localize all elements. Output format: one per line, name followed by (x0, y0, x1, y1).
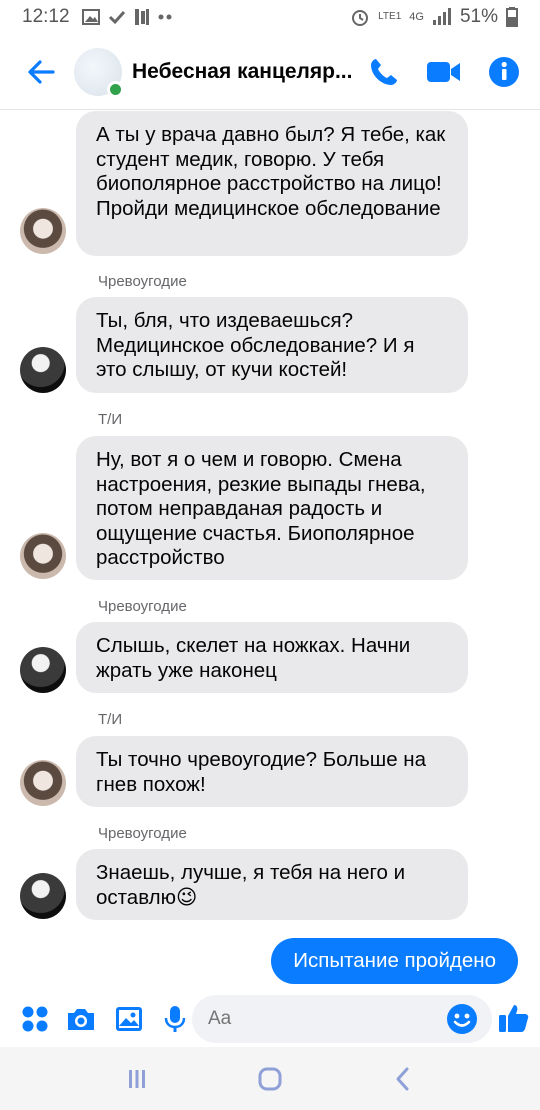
alarm-icon (352, 10, 369, 26)
recent-apps-icon[interactable] (122, 1064, 152, 1094)
check-notification-icon (108, 10, 125, 25)
info-icon[interactable] (488, 56, 520, 88)
message-text: Ты, бля, что издеваешься? Медицинское об… (96, 309, 415, 381)
chat-title[interactable]: Небесная канцеляр... (132, 60, 362, 84)
message-bubble[interactable]: Ты, бля, что издеваешься? Медицинское об… (76, 297, 468, 393)
back-nav-icon[interactable] (388, 1064, 418, 1094)
network-type: LTE1 (378, 11, 402, 22)
sender-avatar[interactable] (20, 347, 66, 393)
outgoing-message-bubble[interactable]: Испытание пройдено (271, 938, 518, 984)
battery-percent: 51% (459, 6, 498, 27)
gallery-notification-icon (81, 9, 100, 25)
sender-avatar[interactable] (20, 208, 66, 254)
message-list[interactable]: А ты у врача давно был? Я тебе, как студ… (0, 111, 540, 991)
message-text: Ну, вот я о чем и говорю. Смена настроен… (96, 448, 426, 569)
sender-avatar[interactable] (20, 760, 66, 806)
more-notifications-icon (158, 14, 172, 20)
back-arrow-icon[interactable] (26, 57, 56, 87)
sender-name: Т/И (98, 711, 123, 728)
system-nav-bar (0, 1047, 540, 1110)
notification-icons (81, 8, 172, 26)
message-bubble[interactable]: Знаешь, лучше, я тебя на него и оставлю😉 (76, 849, 468, 920)
sender-avatar[interactable] (20, 533, 66, 579)
thumbs-up-icon[interactable] (498, 1002, 530, 1034)
message-bubble[interactable]: Ну, вот я о чем и говорю. Смена настроен… (76, 436, 468, 580)
message-composer (0, 991, 540, 1047)
message-text: А ты у врача давно был? Я тебе, как студ… (96, 123, 446, 220)
online-status-indicator (107, 80, 124, 98)
sender-name: Чревоугодие (98, 825, 187, 842)
message-bubble[interactable]: Слышь, скелет на ножках. Начни жрать уже… (76, 622, 468, 693)
status-right: LTE1 4G 51% (350, 6, 518, 28)
message-text: Слышь, скелет на ножках. Начни жрать уже… (96, 634, 411, 682)
message-bubble[interactable]: А ты у врача давно был? Я тебе, как студ… (76, 111, 468, 256)
chat-avatar[interactable] (74, 47, 124, 98)
app-notification-icon (134, 9, 149, 25)
signal-icon (432, 8, 451, 25)
video-camera-icon[interactable] (426, 58, 462, 86)
chat-header: Небесная канцеляр... (0, 34, 540, 110)
status-time: 12:12 (22, 6, 70, 27)
message-bubble[interactable]: Ты точно чревоугодие? Больше на гнев пох… (76, 736, 468, 807)
microphone-icon[interactable] (160, 1004, 190, 1034)
message-input-field[interactable] (192, 995, 492, 1043)
image-icon[interactable] (114, 1004, 144, 1034)
header-actions (368, 56, 520, 88)
phone-icon[interactable] (368, 56, 400, 88)
network-gen: 4G (409, 11, 424, 23)
sender-name: Чревоугодие (98, 598, 187, 615)
sender-avatar[interactable] (20, 647, 66, 693)
sender-avatar[interactable] (20, 873, 66, 919)
battery-icon (506, 7, 518, 27)
camera-icon[interactable] (66, 1004, 96, 1034)
message-text: Ты точно чревоугодие? Больше на гнев пох… (96, 748, 427, 796)
home-icon[interactable] (255, 1064, 285, 1094)
sender-name: Т/И (98, 411, 123, 428)
sender-name: Чревоугодие (98, 273, 187, 290)
status-bar: 12:12 LTE1 4G 51% (0, 0, 540, 34)
apps-grid-icon[interactable] (20, 1004, 50, 1034)
message-text: Знаешь, лучше, я тебя на него и оставлю😉 (96, 861, 406, 909)
emoji-icon[interactable] (446, 1003, 478, 1035)
message-input[interactable] (208, 1008, 428, 1030)
